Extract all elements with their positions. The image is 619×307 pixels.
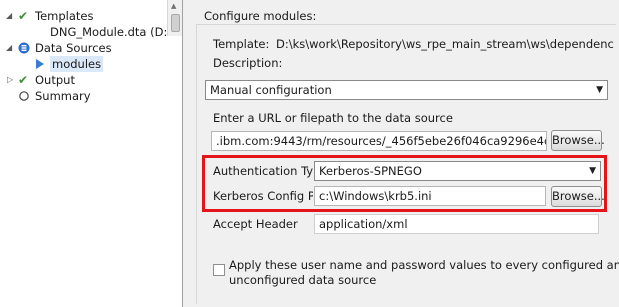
data-source-url-input[interactable]: .ibm.com:9443/rm/resources/_456f5ebe26f0… [211,131,547,151]
template-label: Template: [213,37,270,51]
tree-item-label: DNG_Module.dta (D:\ks [50,25,166,39]
authentication-type-select[interactable]: Kerberos-SPNEGO ▼ [314,161,601,181]
description-label: Description: [213,56,283,70]
tree-item-modules[interactable]: modules [0,56,166,72]
tree-item-label: Templates [35,9,94,23]
apply-credentials-label-line2: unconfigured data source [229,273,377,287]
check-icon: ✔ [18,9,29,23]
data-source-icon [18,42,30,54]
check-icon: ✔ [18,73,29,87]
browse-kerberos-button[interactable]: Browse... [551,186,605,207]
tree-item-data-sources[interactable]: ◢ Data Sources [0,40,166,56]
tree-scrollbar[interactable]: ▲ [167,0,182,36]
configure-modules-panel: Configure modules: Template: D:\ks\work\… [184,0,619,307]
template-path: D:\ks\work\Repository\ws_rpe_main_stream… [276,37,614,51]
tree-item-templates[interactable]: ◢ ✔ Templates [0,8,166,24]
apply-credentials-checkbox[interactable] [213,264,225,276]
browse-url-button[interactable]: Browse... [551,130,605,151]
scrollbar-thumb[interactable] [171,14,180,32]
kerberos-config-path-label: Kerberos Config Path [213,189,313,203]
tree-item-label: modules [50,56,104,72]
dropdown-arrow-icon[interactable]: ▼ [589,162,596,180]
tree-item-dng-module[interactable]: DNG_Module.dta (D:\ks [0,24,166,40]
accept-header-input[interactable]: application/xml [314,214,599,234]
tree-item-label: Data Sources [35,41,112,55]
tree-item-label: Summary [35,89,91,103]
tree-item-summary[interactable]: Summary [0,88,166,104]
collapse-arrow-icon[interactable]: ▷ [7,76,15,84]
url-prompt-label: Enter a URL or filepath to the data sour… [213,111,453,125]
scroll-up-arrow-icon[interactable]: ▲ [171,2,176,10]
play-arrow-icon [34,58,46,70]
circle-icon [18,90,30,102]
authentication-type-label: Authentication Type [213,164,328,178]
configuration-select[interactable]: Manual configuration ▼ [205,80,608,100]
tree-item-label: Output [35,73,75,87]
configuration-select-value: Manual configuration [210,83,332,97]
apply-credentials-label-line1: Apply these user name and password value… [229,258,619,272]
tree-item-output[interactable]: ▷ ✔ Output [0,72,166,88]
accept-header-label: Accept Header [213,217,298,231]
kerberos-config-path-input[interactable]: c:\Windows\krb5.ini [314,186,546,206]
group-title: Configure modules: [202,9,319,23]
dropdown-arrow-icon[interactable]: ▼ [596,81,603,99]
expand-arrow-icon[interactable]: ◢ [6,12,14,20]
expand-arrow-icon[interactable]: ◢ [6,44,14,52]
wizard-step-tree: ◢ ✔ Templates DNG_Module.dta (D:\ks ◢ Da… [0,0,183,307]
authentication-type-value: Kerberos-SPNEGO [319,164,422,178]
